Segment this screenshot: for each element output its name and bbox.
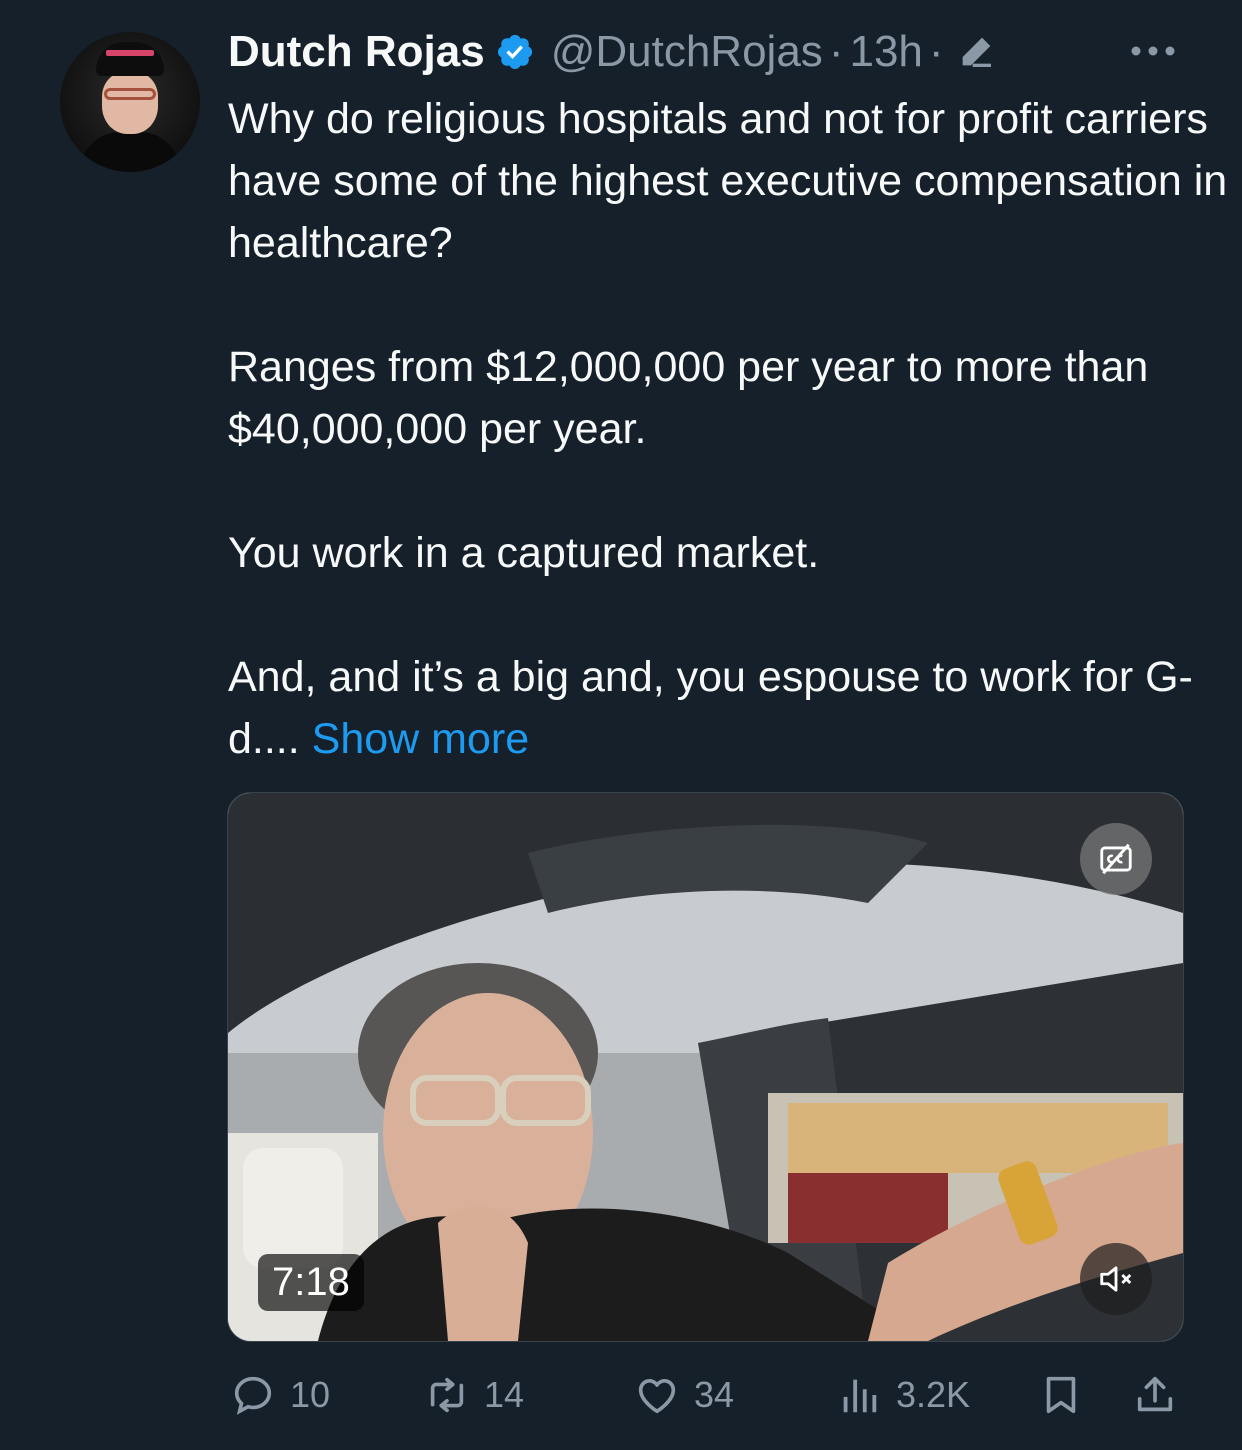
timestamp[interactable]: 13h [849, 27, 922, 77]
repost-icon [430, 1377, 464, 1413]
reply-icon [234, 1376, 272, 1415]
cc-icon [1100, 843, 1132, 875]
avatar-hat [96, 42, 164, 76]
avatar-hat-logo [106, 50, 154, 56]
captions-button[interactable] [1080, 823, 1152, 895]
show-more-link[interactable]: Show more [312, 715, 529, 763]
bookmark-icon [1046, 1376, 1076, 1414]
like-button[interactable]: 34 [634, 1360, 734, 1430]
separator-dot: · [828, 27, 844, 76]
bookmark-button[interactable] [1038, 1360, 1084, 1430]
verified-badge-icon [497, 34, 532, 70]
tweet-paragraph: Why do religious hospitals and not for p… [228, 95, 1228, 267]
views-count: 3.2K [896, 1374, 971, 1415]
avatar-shirt [80, 132, 180, 172]
video-player[interactable]: 7:18 [227, 792, 1184, 1342]
tweet-header: Dutch Rojas @DutchRojas · 13h · [228, 22, 996, 82]
edit-icon[interactable] [956, 32, 996, 72]
views-icon [843, 1379, 877, 1413]
author-handle[interactable]: @DutchRojas [551, 27, 823, 77]
repost-button[interactable]: 14 [424, 1360, 524, 1430]
tweet-paragraph: Ranges from $12,000,000 per year to more… [228, 343, 1149, 453]
mute-button[interactable] [1080, 1243, 1152, 1315]
share-icon [1137, 1376, 1173, 1412]
video-duration: 7:18 [258, 1254, 364, 1311]
author-name[interactable]: Dutch Rojas [228, 27, 485, 77]
tweet-paragraph: You work in a captured market. [228, 529, 820, 577]
tweet-text: Why do religious hospitals and not for p… [228, 88, 1228, 770]
more-icon[interactable] [1128, 38, 1178, 64]
reply-button[interactable]: 10 [230, 1360, 330, 1430]
avatar-face [102, 72, 158, 134]
views-button[interactable]: 3.2K [836, 1360, 970, 1430]
share-button[interactable] [1132, 1360, 1178, 1430]
tweet-paragraph-last: And, and it’s a big and, you espouse to … [228, 646, 1228, 770]
action-bar: 10 14 34 3.2K [0, 1360, 1242, 1430]
avatar-glasses [104, 88, 156, 100]
repost-count: 14 [484, 1374, 525, 1415]
video-thumbnail [228, 793, 1183, 1341]
mute-icon [1100, 1266, 1132, 1292]
avatar[interactable] [60, 32, 200, 172]
like-count: 34 [694, 1374, 735, 1415]
like-icon [638, 1379, 676, 1414]
separator-dot: · [928, 27, 944, 76]
reply-count: 10 [290, 1374, 331, 1415]
